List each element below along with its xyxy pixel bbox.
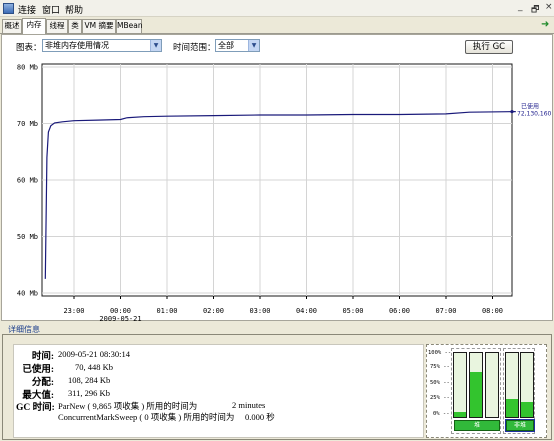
x-tick-label: 07:00 [435,307,456,315]
detail-value-gc-parnew-time: 2 minutes [232,400,266,410]
y-tick-label: 40 Mb [17,290,38,298]
y-tick-label: 80 Mb [17,64,38,72]
gauge-fill [454,412,466,417]
x-tick-label: 03:00 [249,307,270,315]
gauge-label-50: 50% -- [430,380,450,386]
detail-value-committed: 108, 284 Kb [68,375,111,385]
y-tick-label: 50 Mb [17,233,38,241]
nonheap-gauge-bar[interactable] [505,352,519,418]
series-end-point [510,110,514,114]
y-tick-label: 70 Mb [17,120,38,128]
gauge-fill [506,399,518,417]
x-tick-label: 06:00 [389,307,410,315]
gauge-label-100: 100% -- [428,350,452,356]
y-axis: 40 Mb 50 Mb 60 Mb 70 Mb 80 Mb [17,64,38,298]
heap-button[interactable]: 堆 [454,420,500,431]
x-tick-label: 02:00 [203,307,224,315]
series-annotation-value: 72,130,160 [517,111,552,118]
nonheap-gauge-bar[interactable] [520,352,534,418]
detail-value-max: 311, 296 Kb [68,388,110,398]
detail-value-gc-cms-time: 0.000 秒 [245,412,275,422]
heap-gauge-bar[interactable] [469,352,483,418]
y-tick-label: 60 Mb [17,177,38,185]
x-tick-label: 01:00 [156,307,177,315]
x-axis-date-label: 2009-05-21 [99,315,141,323]
x-tick-label: 05:00 [342,307,363,315]
heap-gauge-bar[interactable] [485,352,499,418]
gauge-label-25: 25% -- [430,395,450,401]
detail-key-used: 已使用: [22,365,54,375]
detail-value-used: 70, 448 Kb [75,362,114,372]
x-axis: 23:00 00:00 01:00 02:00 03:00 04:00 05:00 06:00… [63,296,503,315]
gauge-label-75: 75% -- [430,364,450,370]
memory-chart: 40 Mb 50 Mb 60 Mb 70 Mb 80 Mb 23:00 00:00 01:0… [17,63,552,323]
x-tick-label: 00:00 [110,307,131,315]
detail-value-gc-cms: ConcurrentMarkSweep ( 0 项收集 ) 所用的时间为 [58,412,235,422]
gauge-fill [470,372,482,417]
heap-gauge-bar[interactable] [453,352,467,418]
x-tick-label: 04:00 [296,307,317,315]
nonheap-button[interactable]: 非堆 [505,419,535,432]
x-tick-label: 23:00 [63,307,84,315]
detail-value-time: 2009-05-21 08:30:14 [58,349,131,359]
detail-key-time: 时间: [31,352,54,362]
gauge-fill [521,402,533,417]
x-tick-label: 08:00 [482,307,503,315]
detail-key-gc-time: GC 时间: [16,403,55,413]
series-annotation-label: 已使用 [521,103,539,111]
detail-key-committed: 分配: [31,378,54,388]
gauge-label-0: 0% -- [433,411,450,417]
